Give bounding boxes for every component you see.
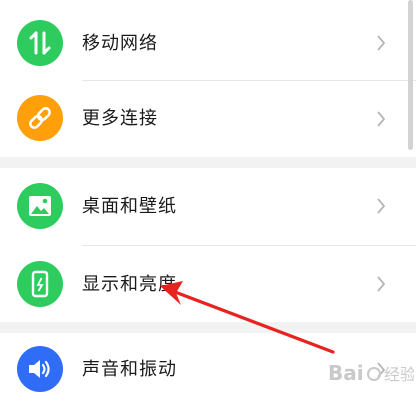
annotation-arrow	[160, 281, 335, 354]
svg-text:Bai: Bai	[328, 361, 364, 385]
svg-text:经验: 经验	[384, 365, 414, 384]
baidu-watermark: Bai Bai 经验	[326, 354, 416, 390]
